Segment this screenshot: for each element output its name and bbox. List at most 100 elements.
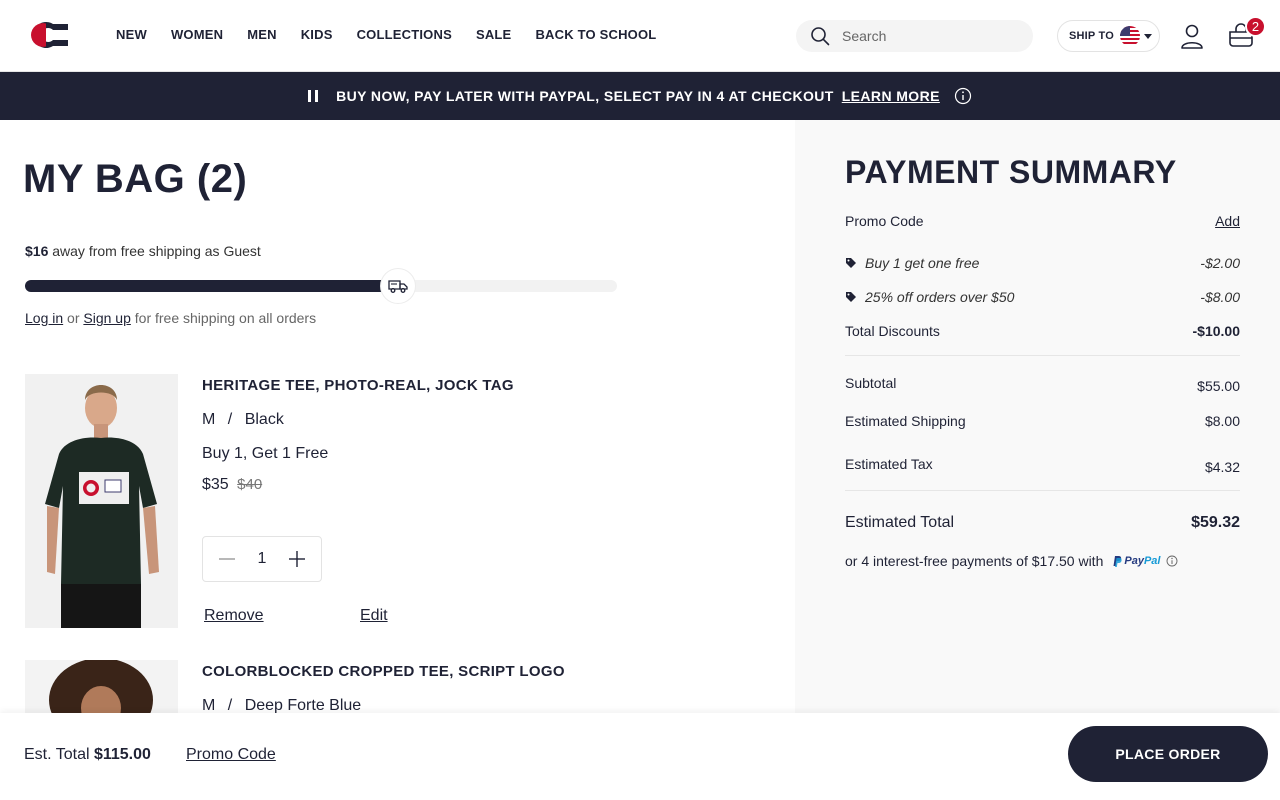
nav-item-new[interactable]: NEW [116,27,147,42]
login-prompt: Log in or Sign up for free shipping on a… [25,310,316,326]
promo-code-row: Promo Code Add [845,213,1240,229]
shipping-row: Estimated Shipping $8.00 [845,413,1240,429]
shipping-truck-icon [381,269,415,303]
ship-to-selector[interactable]: SHIP TO [1057,20,1160,52]
minus-icon[interactable] [217,549,237,569]
edit-button[interactable]: Edit [360,607,388,625]
estimated-total-row: Estimated Total $59.32 [845,514,1240,532]
page-title: MY BAG (2) [23,157,248,201]
quantity-stepper: 1 [202,536,322,582]
plus-icon[interactable] [287,549,307,569]
quantity-value[interactable]: 1 [258,550,267,568]
nav-item-women[interactable]: WOMEN [171,27,223,42]
tax-value: $4.32 [1204,459,1240,475]
login-link[interactable]: Log in [25,310,63,326]
bag-count-badge: 2 [1245,16,1266,37]
divider [845,490,1240,491]
total-discounts-label: Total Discounts [845,323,940,339]
nav-item-collections[interactable]: COLLECTIONS [357,27,452,42]
nav-item-sale[interactable]: SALE [476,27,511,42]
info-icon[interactable] [954,87,972,105]
product-price: $35 $40 [202,476,262,494]
product-size: M [202,411,216,428]
nav-item-kids[interactable]: KIDS [301,27,333,42]
info-icon[interactable] [1166,555,1178,567]
checkout-sticky-bar: Est. Total $115.00 Promo Code PLACE ORDE… [0,713,1280,800]
product-photo [25,660,178,720]
discount-label: 25% off orders over $50 [865,289,1015,305]
subtotal-row: Subtotal $55.00 [845,375,1240,394]
discount-label: Buy 1 get one free [865,255,980,271]
champion-logo-icon[interactable] [24,20,68,50]
shipping-progress-bar [25,280,617,292]
tax-row: Estimated Tax $4.32 [845,456,1240,475]
shipping-value: $8.00 [1204,413,1240,429]
discount-value: -$2.00 [1200,255,1240,271]
shipping-progress-fill [25,280,398,292]
paypal-logo-a: Pay [1124,555,1144,567]
nav-item-back-to-school[interactable]: BACK TO SCHOOL [535,27,656,42]
product-color: Deep Forte Blue [244,697,362,714]
site-header: NEW WOMEN MEN KIDS COLLECTIONS SALE BACK… [0,0,1280,72]
nav-item-men[interactable]: MEN [247,27,277,42]
product-photo [25,374,178,628]
product-name[interactable]: COLORBLOCKED CROPPED TEE, SCRIPT LOGO [202,663,565,680]
subtotal-label: Subtotal [845,375,897,391]
original-price: $40 [237,476,263,493]
search-icon[interactable] [810,26,830,46]
free-shipping-message: $16 away from free shipping as Guest [25,243,261,259]
signup-link[interactable]: Sign up [83,310,130,326]
main-nav: NEW WOMEN MEN KIDS COLLECTIONS SALE BACK… [116,27,680,42]
search-input[interactable] [842,28,1022,44]
payment-summary-panel: PAYMENT SUMMARY Promo Code Add Buy 1 get… [795,120,1280,800]
discount-row: 25% off orders over $50 -$8.00 [845,289,1240,305]
remove-button[interactable]: Remove [204,607,264,625]
estimated-total-value: $59.32 [1191,514,1240,531]
or-text: or [67,310,80,326]
discount-row: Buy 1 get one free -$2.00 [845,255,1240,271]
subtotal-value: $55.00 [1197,378,1240,394]
paypal-text: or 4 interest-free payments of $17.50 wi… [845,553,1104,569]
total-discounts-value: -$10.00 [1192,323,1240,339]
discount-value: -$8.00 [1200,289,1240,305]
product-image-cropped-tee[interactable] [25,660,178,720]
shipping-amount: $16 [25,243,49,259]
promo-code-link[interactable]: Promo Code [186,746,276,764]
tag-icon [846,258,856,268]
product-variant: M / Black [202,411,284,428]
search-bar[interactable] [796,20,1033,52]
tax-label: Estimated Tax [845,456,933,472]
add-promo-button[interactable]: Add [1215,213,1240,229]
pause-icon[interactable] [308,90,319,102]
place-order-button[interactable]: PLACE ORDER [1068,726,1268,782]
estimated-total-label: Estimated Total [845,514,955,531]
paypal-p-icon [1113,555,1122,567]
paypal-logo-b: Pal [1143,555,1161,567]
ship-to-label: SHIP TO [1069,30,1115,42]
paypal-installments: or 4 interest-free payments of $17.50 wi… [845,553,1178,569]
est-total-label: Est. Total [24,746,90,763]
promo-banner: BUY NOW, PAY LATER WITH PAYPAL, SELECT P… [0,72,1280,120]
tag-icon [846,292,856,302]
account-icon[interactable] [1180,23,1204,49]
product-color: Black [244,411,284,428]
chevron-down-icon [1144,33,1153,39]
product-offer: Buy 1, Get 1 Free [202,445,329,462]
product-size: M [202,697,216,714]
est-total-value: $115.00 [93,746,151,763]
divider [845,355,1240,356]
shipping-label: Estimated Shipping [845,413,966,429]
product-name[interactable]: HERITAGE TEE, PHOTO-REAL, JOCK TAG [202,377,514,394]
sticky-estimated-total: Est. Total $115.00 [24,746,151,764]
banner-text: BUY NOW, PAY LATER WITH PAYPAL, SELECT P… [336,88,834,104]
product-image-heritage-tee[interactable] [25,374,178,628]
us-flag-icon [1120,26,1141,46]
shipping-text: away from free shipping as Guest [48,243,261,259]
signup-suffix: for free shipping on all orders [134,310,317,326]
paypal-logo: Pay Pal [1113,555,1160,567]
total-discounts-row: Total Discounts -$10.00 [845,323,1240,339]
learn-more-link[interactable]: LEARN MORE [842,88,940,104]
sale-price: $35 [202,476,229,493]
promo-code-label: Promo Code [845,213,924,229]
summary-title: PAYMENT SUMMARY [845,154,1177,190]
